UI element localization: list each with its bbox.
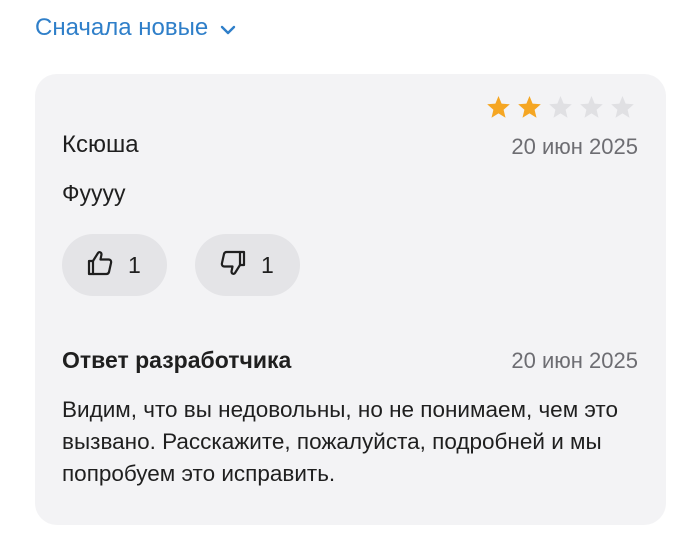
chevron-down-icon [218, 20, 238, 40]
review-card: Ксюша 20 июн 2025 Фуууу 1 1 Ответ разраб… [35, 74, 666, 525]
dislike-count: 1 [261, 251, 274, 278]
star-filled-icon [516, 94, 543, 121]
review-author: Ксюша [62, 131, 139, 158]
star-empty-icon [578, 94, 605, 121]
star-rating [485, 94, 636, 121]
like-button[interactable]: 1 [62, 234, 167, 296]
sort-dropdown[interactable]: Сначала новые [35, 12, 238, 44]
developer-reply-text: Видим, что вы недовольны, но не понимаем… [62, 397, 618, 486]
reply-date: 20 июн 2025 [511, 348, 638, 373]
like-count: 1 [128, 251, 141, 278]
review-text: Фуууу [62, 180, 126, 206]
star-empty-icon [609, 94, 636, 121]
star-empty-icon [547, 94, 574, 121]
star-filled-icon [485, 94, 512, 121]
thumbs-down-icon [217, 247, 249, 284]
developer-reply-title: Ответ разработчика [62, 347, 292, 373]
thumbs-up-icon [84, 247, 116, 284]
sort-label: Сначала новые [35, 14, 209, 41]
dislike-button[interactable]: 1 [195, 234, 300, 296]
review-date: 20 июн 2025 [511, 134, 638, 159]
